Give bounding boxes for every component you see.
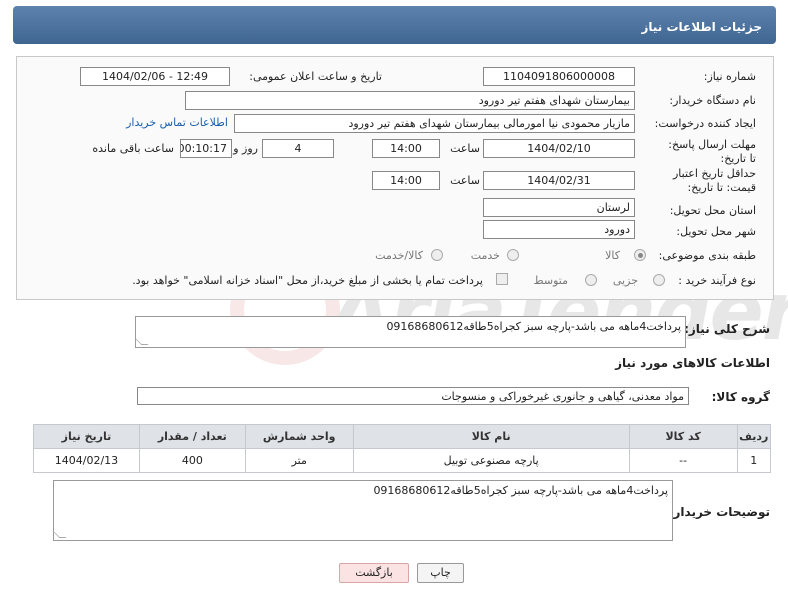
remaining-time-field[interactable]: 00:10:17 [180,139,232,158]
table-header-row: ردیف کد کالا نام کالا واحد شمارش تعداد /… [33,424,772,449]
city-label: شهر محل تحویل: [676,225,756,238]
contact-info-link[interactable]: اطلاعات تماس خریدار [126,116,228,129]
buyer-notes-text: پرداخت4ماهه می باشد-پارچه سبز کجراه5طاقه… [373,484,668,497]
summary-label: شرح کلی نیاز: [684,322,770,336]
remaining-time-label: ساعت باقی مانده [92,142,174,155]
cell-date: 1404/02/13 [33,448,140,473]
process-label: نوع فرآیند خرید : [678,274,756,287]
resize-handle[interactable] [134,338,149,345]
announce-field[interactable]: 1404/02/06 - 12:49 [80,67,230,86]
col-date: تاریخ نیاز [33,424,140,449]
category-goods-label: کالا [605,249,620,262]
cell-code: -- [628,448,738,473]
cell-unit: متر [244,448,354,473]
col-unit: واحد شمارش [244,424,354,449]
creator-label: ایجاد کننده درخواست: [654,117,756,130]
col-code: کد کالا [628,424,738,449]
category-service-radio[interactable] [507,249,519,261]
validity-time-label: ساعت [450,174,480,187]
goods-group-field[interactable]: مواد معدنی، گیاهی و جانوری غیرخوراکی و م… [137,387,689,405]
table-row[interactable]: 1 -- پارچه مصنوعی توبیل متر 400 1404/02/… [33,448,772,473]
category-service-label: خدمت [470,249,500,262]
goods-table: ردیف کد کالا نام کالا واحد شمارش تعداد /… [33,424,772,473]
category-label: طبقه بندی موضوعی: [658,249,756,262]
process-minor-label: جزیی [612,274,638,287]
summary-textarea[interactable]: پرداخت4ماهه می باشد-پارچه سبز کجراه5طاقه… [134,316,686,348]
validity-date-field[interactable]: 1404/02/31 [483,171,635,190]
deadline-time-field[interactable]: 14:00 [372,139,440,158]
treasury-payment-note: پرداخت تمام یا بخشی از مبلغ خرید،از محل … [132,274,483,287]
province-field[interactable]: لرستان [483,198,635,217]
back-button[interactable]: بازگشت [339,563,409,583]
process-medium-radio[interactable] [585,274,597,286]
category-both-label: کالا/خدمت [375,249,423,262]
buyer-field[interactable]: بیمارستان شهدای هفتم تیر دورود [185,91,635,110]
summary-text: پرداخت4ماهه می باشد-پارچه سبز کجراه5طاقه… [386,320,681,333]
col-index: ردیف [736,424,772,449]
page-title: جزئیات اطلاعات نیاز [641,20,762,34]
print-button[interactable]: چاپ [417,563,464,583]
category-both-radio[interactable] [431,249,443,261]
province-label: استان محل تحویل: [669,204,756,217]
col-name: نام کالا [352,424,630,449]
cell-index: 1 [736,448,772,473]
validity-label: حداقل تاریخ اعتبار قیمت: تا تاریخ: [672,167,756,194]
city-field[interactable]: دورود [483,220,635,239]
need-number-field[interactable]: 1104091806000008 [483,67,635,86]
deadline-date-field[interactable]: 1404/02/10 [483,139,635,158]
cell-qty: 400 [138,448,246,473]
buyer-label: نام دستگاه خریدار: [669,94,756,107]
days-label: روز و [233,142,258,155]
category-goods-radio[interactable] [634,249,646,261]
deadline-label: مهلت ارسال پاسخ: تا تاریخ: [668,138,756,165]
validity-time-field[interactable]: 14:00 [372,171,440,190]
buyer-notes-textarea[interactable]: پرداخت4ماهه می باشد-پارچه سبز کجراه5طاقه… [52,480,673,541]
goods-group-label: گروه کالا: [711,390,770,404]
buyer-notes-label: توضیحات خریدار: [668,505,770,519]
page-header: جزئیات اطلاعات نیاز [13,6,776,44]
announce-label: تاریخ و ساعت اعلان عمومی: [249,70,382,83]
process-minor-radio[interactable] [653,274,665,286]
deadline-time-label: ساعت [450,142,480,155]
creator-field[interactable]: مازیار محمودی نیا امورمالی بیمارستان شهد… [234,114,635,133]
col-qty: تعداد / مقدار [138,424,246,449]
resize-handle[interactable] [52,531,67,538]
treasury-payment-checkbox[interactable] [496,273,508,285]
need-number-label: شماره نیاز: [703,70,756,83]
cell-name: پارچه مصنوعی توبیل [352,448,630,473]
process-medium-label: متوسط [533,274,568,287]
days-field[interactable]: 4 [262,139,334,158]
goods-section-title: اطلاعات کالاهای مورد نیاز [615,356,770,370]
